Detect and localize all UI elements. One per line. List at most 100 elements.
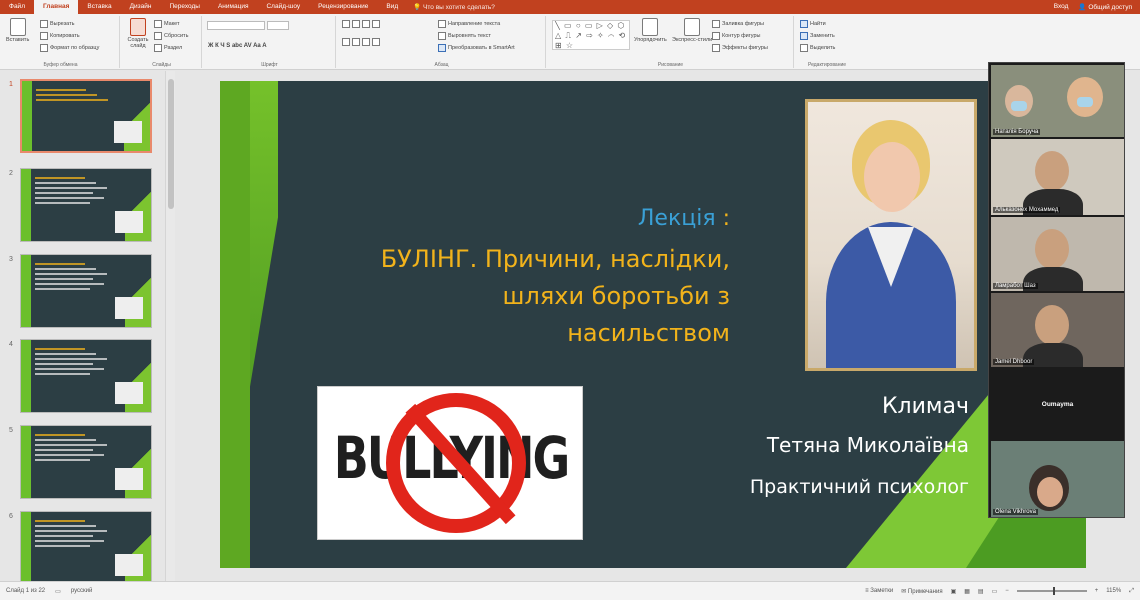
slide-1[interactable]: Лекція : БУЛІНГ. Причини, наслідки, шлях… [220, 81, 1086, 568]
copy-button[interactable]: Копировать [40, 32, 80, 40]
smartart-button[interactable]: Преобразовать в SmartArt [438, 44, 515, 52]
tell-me-search[interactable]: 💡 Что вы хотите сделать? [413, 3, 495, 11]
indent-icon [362, 20, 370, 28]
slide-thumbnail[interactable] [20, 511, 152, 585]
tab-slideshow[interactable]: Слайд-шоу [257, 0, 309, 14]
slide-title[interactable]: БУЛІНГ. Причини, наслідки, шляхи боротьб… [270, 241, 730, 352]
participant-tile[interactable]: Oumayma [991, 369, 1124, 439]
brush-icon [40, 44, 48, 52]
author-surname[interactable]: Климач [882, 394, 969, 419]
slide-thumbnail[interactable] [20, 168, 152, 242]
thumbnail-number: 1 [9, 81, 13, 88]
font-name-input[interactable] [207, 21, 265, 30]
participant-name: Альказонех Мохаммед [993, 207, 1061, 213]
scissors-icon [40, 20, 48, 28]
tab-view[interactable]: Вид [377, 0, 407, 14]
lecture-colon: : [722, 206, 730, 231]
select-button[interactable]: Выделить [800, 44, 835, 52]
find-label: Найти [810, 21, 826, 27]
participant-name: Ламработ Шаз [993, 283, 1038, 289]
zoom-level[interactable]: 115% [1106, 588, 1121, 594]
tab-animations[interactable]: Анимация [209, 0, 258, 14]
clipboard-group: Вставить Вырезать Копировать Формат по о… [2, 16, 120, 68]
participant-tile[interactable]: Jamel Dhboor [991, 293, 1124, 367]
tab-design[interactable]: Дизайн [121, 0, 161, 14]
menu-bar: Файл Главная Вставка Дизайн Переходы Ани… [0, 0, 1140, 14]
new-slide-button[interactable]: Создать слайд [125, 18, 151, 49]
tab-review[interactable]: Рецензирование [309, 0, 377, 14]
shape-fill-button[interactable]: Заливка фигуры [712, 20, 764, 28]
layout-button[interactable]: Макет [154, 20, 180, 28]
font-format-buttons[interactable]: Ж К Ч S abc AV Aa A [208, 43, 267, 49]
text-direction-button[interactable]: Направление текста [438, 20, 500, 28]
participant-tile[interactable]: Наталія Боруча [991, 65, 1124, 137]
zoom-in-icon[interactable]: + [1095, 588, 1099, 594]
section-button[interactable]: Раздел [154, 44, 182, 52]
participant-tile[interactable]: Альказонех Мохаммед [991, 139, 1124, 215]
clipboard-group-label: Буфер обмена [43, 62, 78, 68]
reset-button[interactable]: Сбросить [154, 32, 188, 40]
cut-button[interactable]: Вырезать [40, 20, 74, 28]
scrollbar-thumb[interactable] [168, 79, 174, 209]
search-icon [800, 20, 808, 28]
numbering-icon [352, 20, 360, 28]
person-icon: 👤 [1078, 4, 1087, 11]
login-link[interactable]: Вход [1054, 3, 1069, 11]
reading-view-icon[interactable]: ▤ [978, 588, 984, 595]
paragraph-group-label: Абзац [434, 62, 449, 68]
quick-styles-button[interactable]: Экспресс-стили [672, 18, 712, 43]
thumbnails-scrollbar[interactable] [165, 71, 175, 581]
spellcheck-icon[interactable]: ▭ [55, 588, 61, 595]
paste-button[interactable]: Вставить [6, 18, 29, 43]
participant-tile[interactable]: Olena Vikhrova [991, 441, 1124, 517]
list-buttons[interactable] [342, 20, 380, 28]
font-size-input[interactable] [267, 21, 289, 30]
notes-button[interactable]: ≡ Заметки [865, 588, 893, 594]
shapes-gallery[interactable]: ╲ ▭ ○ ▭ ▷ ◇ ⬡ △ ⎍ ↗ ⇨ ✧ ⌒ ⟲ ⊞ ☆ [552, 20, 630, 50]
shape-effects-button[interactable]: Эффекты фигуры [712, 44, 768, 52]
arrange-button[interactable]: Упорядочить [634, 18, 667, 43]
smartart-icon [438, 44, 446, 52]
thumbnail-number: 3 [9, 256, 13, 263]
slide-thumbnail[interactable] [20, 425, 152, 499]
new-slide-icon [130, 18, 146, 36]
tab-file[interactable]: Файл [0, 0, 34, 14]
pen-icon [712, 32, 720, 40]
author-portrait[interactable] [805, 99, 977, 371]
comments-button[interactable]: ✉ Примечания [901, 588, 942, 595]
lecture-heading[interactable]: Лекція : [638, 206, 730, 231]
no-bullying-image[interactable]: BULLYING [317, 386, 583, 540]
slide-sorter-icon[interactable]: ▦ [964, 588, 970, 595]
shape-outline-button[interactable]: Контур фигуры [712, 32, 760, 40]
shape-effects-label: Эффекты фигуры [722, 45, 768, 51]
tab-insert[interactable]: Вставка [78, 0, 120, 14]
thumbnail-number: 2 [9, 170, 13, 177]
slideshow-icon[interactable]: ▭ [992, 588, 998, 595]
participant-tile[interactable]: Ламработ Шаз [991, 217, 1124, 291]
slide-thumbnail[interactable] [20, 254, 152, 328]
language-indicator[interactable]: русский [71, 588, 93, 594]
author-role[interactable]: Практичний психолог [750, 476, 969, 498]
align-text-button[interactable]: Выровнять текст [438, 32, 491, 40]
tab-home[interactable]: Главная [33, 0, 79, 14]
find-button[interactable]: Найти [800, 20, 826, 28]
paste-icon [9, 18, 26, 36]
tab-transitions[interactable]: Переходы [160, 0, 209, 14]
slide-thumbnail[interactable] [20, 79, 152, 153]
zoom-out-icon[interactable]: − [1005, 588, 1009, 594]
fit-to-window-icon[interactable]: ⤢ [1129, 588, 1134, 595]
format-painter-button[interactable]: Формат по образцу [40, 44, 99, 52]
font-group: Ж К Ч S abc AV Aa A Шрифт [204, 16, 336, 68]
align-buttons[interactable] [342, 38, 380, 46]
drawing-group: ╲ ▭ ○ ▭ ▷ ◇ ⬡ △ ⎍ ↗ ⇨ ✧ ⌒ ⟲ ⊞ ☆ Упорядоч… [548, 16, 794, 68]
align-text-label: Выровнять текст [448, 33, 491, 39]
text-direction-icon [438, 20, 446, 28]
thumbnail-number: 4 [9, 341, 13, 348]
normal-view-icon[interactable]: ▣ [951, 588, 957, 595]
share-button[interactable]: 👤 Общий доступ [1078, 3, 1132, 11]
replace-button[interactable]: Заменить [800, 32, 835, 40]
slide-thumbnail[interactable] [20, 339, 152, 413]
title-line-1: БУЛІНГ. Причини, наслідки, [380, 245, 730, 273]
author-name[interactable]: Тетяна Миколаївна [767, 433, 969, 457]
zoom-slider[interactable] [1016, 587, 1087, 595]
